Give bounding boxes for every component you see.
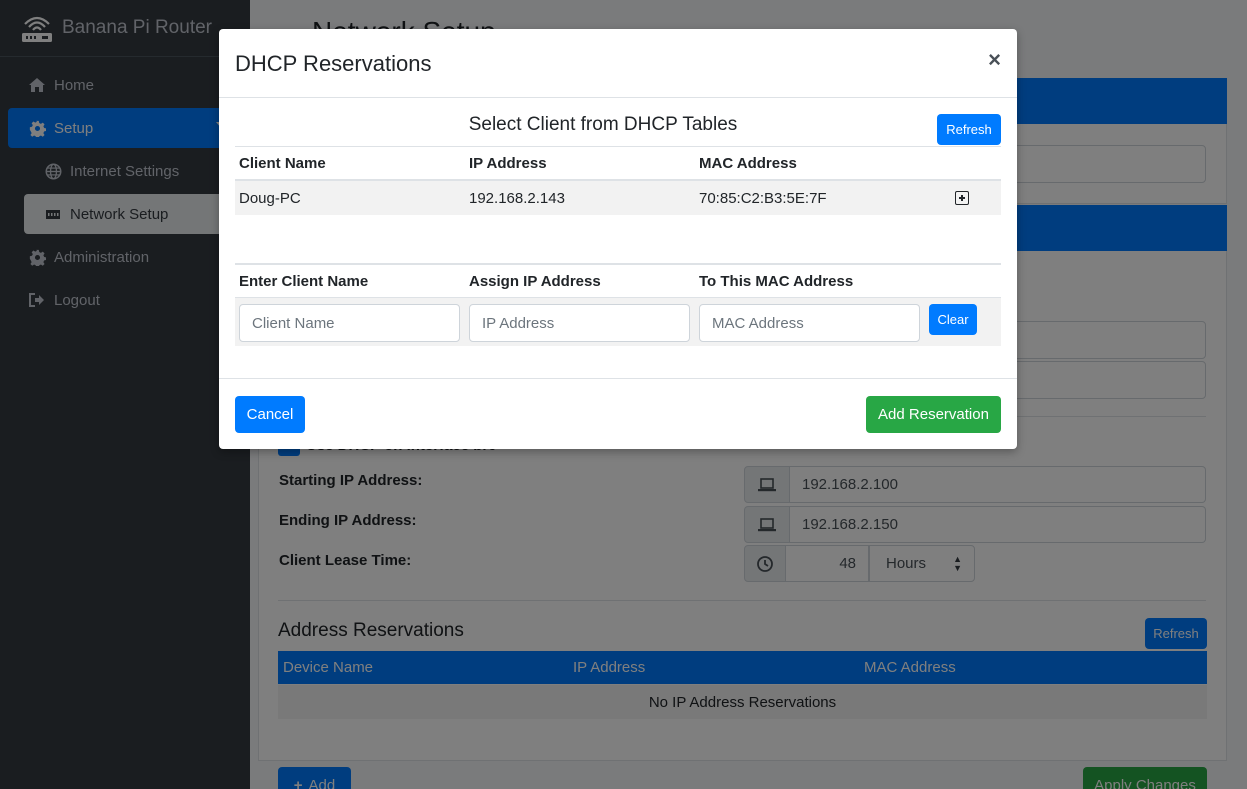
dhcp-table-title: Select Client from DHCP Tables: [468, 114, 738, 135]
dhcp-refresh-button[interactable]: Refresh: [937, 114, 1001, 145]
client-name-cell: Doug-PC: [239, 190, 301, 207]
ip-address-input[interactable]: [469, 304, 690, 342]
column-header: Assign IP Address: [469, 273, 601, 290]
client-mac-cell: 70:85:C2:B3:5E:7F: [699, 190, 827, 207]
column-header: To This MAC Address: [699, 273, 854, 290]
modal-footer: Cancel Add Reservation: [219, 378, 1017, 449]
table-row: Doug-PC 192.168.2.143 70:85:C2:B3:5E:7F: [235, 181, 1001, 215]
close-icon[interactable]: ×: [988, 47, 1001, 73]
add-reservation-button[interactable]: Add Reservation: [866, 396, 1001, 433]
dhcp-reservations-modal: DHCP Reservations × Select Client from D…: [219, 29, 1017, 449]
modal-header: DHCP Reservations ×: [219, 29, 1017, 98]
mac-address-input[interactable]: [699, 304, 920, 342]
clear-button[interactable]: Clear: [929, 304, 977, 335]
column-header: IP Address: [469, 155, 547, 172]
column-header: Client Name: [239, 155, 326, 172]
cancel-button[interactable]: Cancel: [235, 396, 305, 433]
plus-square-icon[interactable]: [955, 191, 969, 205]
client-name-input[interactable]: [239, 304, 460, 342]
modal-title: DHCP Reservations: [235, 51, 432, 76]
column-header: MAC Address: [699, 155, 797, 172]
divider: [235, 146, 1001, 147]
column-header: Enter Client Name: [239, 273, 369, 290]
divider: [235, 263, 1001, 265]
client-ip-cell: 192.168.2.143: [469, 190, 565, 207]
